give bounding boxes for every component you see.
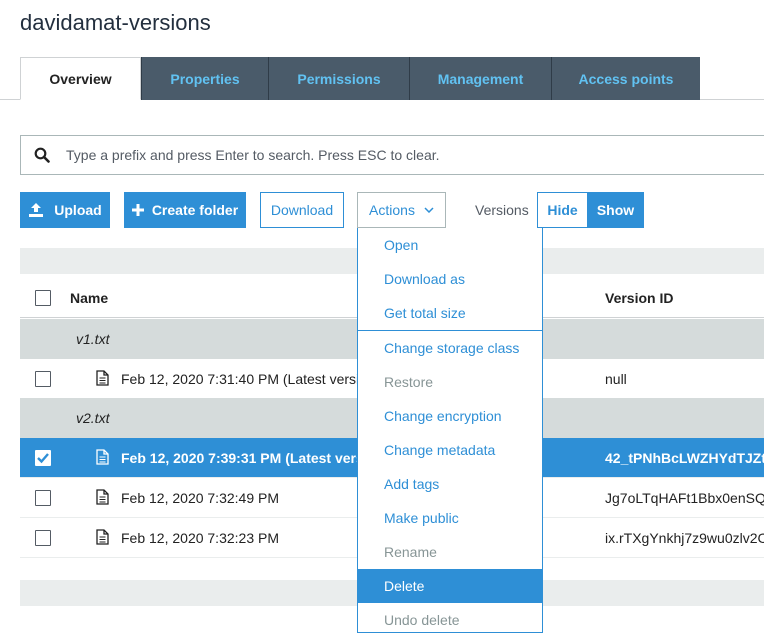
upload-icon — [29, 203, 44, 217]
download-button[interactable]: Download — [260, 192, 344, 228]
chevron-down-icon — [424, 207, 434, 213]
search-icon — [34, 147, 50, 163]
version-id: null — [605, 371, 627, 387]
tab-access-points[interactable]: Access points — [551, 57, 700, 100]
menu-item-delete[interactable]: Delete — [358, 569, 542, 603]
actions-menu: Open Download as Get total size Change s… — [357, 228, 543, 633]
check-icon — [37, 453, 49, 464]
tab-management[interactable]: Management — [409, 57, 551, 100]
row-checkbox[interactable] — [35, 490, 51, 506]
hide-label: Hide — [547, 202, 578, 218]
select-all-checkbox[interactable] — [35, 290, 51, 306]
tab-bar: Overview Properties Permissions Manageme… — [20, 57, 700, 100]
menu-item-rename: Rename — [384, 544, 437, 560]
upload-label: Upload — [54, 202, 102, 218]
show-label: Show — [596, 202, 635, 218]
tab-overview[interactable]: Overview — [20, 57, 141, 100]
file-icon — [96, 449, 109, 465]
create-folder-label: Create folder — [151, 202, 239, 218]
download-label: Download — [270, 202, 334, 218]
column-header-name[interactable]: Name — [70, 278, 108, 318]
menu-item-download-as[interactable]: Download as — [358, 262, 542, 296]
upload-button[interactable]: Upload — [20, 192, 110, 228]
tab-properties[interactable]: Properties — [141, 57, 268, 100]
menu-item-restore: Restore — [384, 374, 434, 390]
version-id: 42_tPNhBcLWZHYdTJZt.F — [605, 450, 764, 466]
menu-item-change-encryption[interactable]: Change encryption — [358, 399, 542, 433]
menu-item-make-public[interactable]: Make public — [358, 501, 542, 535]
row-checkbox[interactable] — [35, 450, 51, 466]
column-header-version-id[interactable]: Version ID — [605, 278, 673, 318]
version-date[interactable]: Feb 12, 2020 7:32:49 PM — [121, 478, 279, 517]
search-input[interactable] — [66, 147, 716, 163]
menu-item-add-tags[interactable]: Add tags — [358, 467, 542, 501]
menu-item-change-storage-class[interactable]: Change storage class — [358, 331, 542, 365]
file-icon — [96, 370, 109, 386]
row-checkbox[interactable] — [35, 530, 51, 546]
group-name: v2.txt — [76, 410, 110, 426]
version-date[interactable]: Feb 12, 2020 7:39:31 PM (Latest version) — [121, 438, 389, 477]
version-date[interactable]: Feb 12, 2020 7:32:23 PM — [121, 518, 279, 557]
show-versions-button[interactable]: Show — [587, 192, 644, 228]
search-bar — [20, 135, 764, 175]
menu-item-change-metadata[interactable]: Change metadata — [358, 433, 542, 467]
tab-permissions[interactable]: Permissions — [268, 57, 409, 100]
menu-item-undo-delete: Undo delete — [384, 612, 460, 628]
versions-label: Versions — [475, 202, 529, 218]
plus-icon — [131, 204, 144, 216]
group-name: v1.txt — [76, 331, 110, 347]
actions-label: Actions — [369, 202, 415, 218]
menu-item-get-total-size[interactable]: Get total size — [358, 296, 542, 330]
version-id: Jg7oLTqHAFt1Bbx0enSQr — [605, 490, 764, 506]
hide-versions-button[interactable]: Hide — [537, 192, 588, 228]
actions-dropdown-button[interactable]: Actions — [357, 192, 446, 228]
row-checkbox[interactable] — [35, 371, 51, 387]
version-date[interactable]: Feb 12, 2020 7:31:40 PM (Latest version) — [121, 359, 379, 398]
file-icon — [96, 489, 109, 505]
version-id: ix.rTXgYnkhj7z9wu0zlv2C — [605, 530, 764, 546]
file-icon — [96, 529, 109, 545]
bucket-title: davidamat-versions — [20, 10, 211, 35]
menu-item-open[interactable]: Open — [358, 228, 542, 262]
create-folder-button[interactable]: Create folder — [124, 192, 246, 228]
